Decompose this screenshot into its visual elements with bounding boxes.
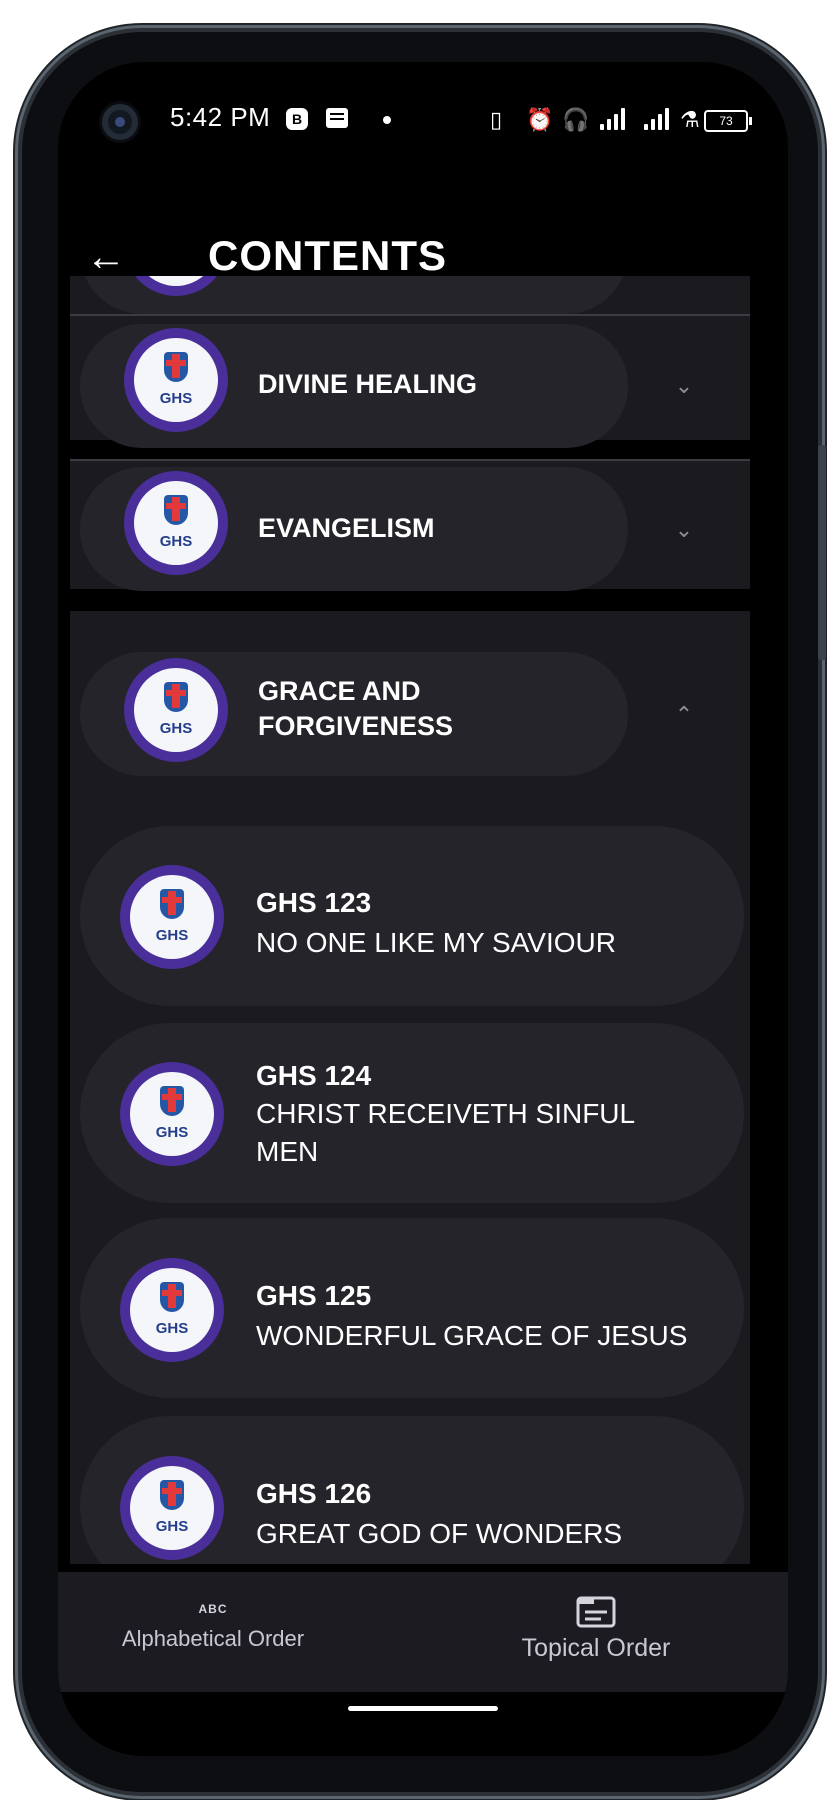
category-label-line1: GRACE AND	[258, 676, 421, 706]
category-logo: GHS	[124, 328, 228, 432]
signal-icon	[644, 108, 669, 130]
volume-button	[818, 445, 826, 660]
front-camera	[102, 104, 138, 140]
category-label-line2: FORGIVENESS	[258, 711, 454, 741]
category-section	[70, 276, 750, 314]
contents-list[interactable]: GHS DIVINE HEALING ⌄ GHS EVANGELISM ⌄ GH…	[70, 276, 750, 1564]
status-bar: 5:42 PM B ▯ ⏰ 🎧 ⚗ 73	[58, 62, 788, 182]
b-badge-icon: B	[286, 108, 308, 130]
song-title: GREAT GOD OF WONDERS	[256, 1518, 623, 1549]
status-time: 5:42 PM	[170, 102, 271, 132]
category-section: GHS DIVINE HEALING ⌄	[70, 316, 750, 448]
song-logo: GHS	[120, 1258, 224, 1362]
app-screen: 5:42 PM B ▯ ⏰ 🎧 ⚗ 73 ← CONTENTS GHS DIVI…	[58, 62, 788, 1756]
song-number: GHS 126	[256, 1478, 372, 1509]
signal-icon	[600, 108, 625, 130]
battery-indicator: 73	[704, 110, 752, 132]
vibrate-icon: ▯	[490, 107, 503, 132]
message-icon	[326, 108, 348, 128]
category-section-expanded: GHS GRACE AND FORGIVENESS ⌃ GHS GHS 123 …	[70, 611, 750, 1564]
chevron-down-icon[interactable]: ⌄	[670, 516, 698, 544]
bottom-navigation: ABC Alphabetical Order Topical Order	[58, 1572, 788, 1692]
headphones-icon: 🎧	[562, 107, 590, 132]
category-label: EVANGELISM	[258, 513, 435, 543]
song-logo: GHS	[120, 1456, 224, 1560]
category-logo: GHS	[124, 658, 228, 762]
category-logo: GHS	[124, 471, 228, 575]
song-title: NO ONE LIKE MY SAVIOUR	[256, 927, 616, 958]
dot-icon	[383, 116, 391, 124]
nav-label: Alphabetical Order	[121, 1626, 305, 1651]
category-section: GHS EVANGELISM ⌄	[70, 461, 750, 591]
document-icon	[576, 1596, 616, 1628]
song-logo: GHS	[120, 1062, 224, 1166]
song-title-line2: MEN	[256, 1136, 319, 1167]
chevron-down-icon[interactable]: ⌄	[670, 372, 698, 400]
chevron-up-icon[interactable]: ⌃	[670, 701, 698, 729]
song-logo: GHS	[120, 865, 224, 969]
song-number: GHS 123	[256, 887, 372, 918]
home-indicator[interactable]	[348, 1706, 498, 1711]
nav-label: Topical Order	[521, 1634, 671, 1662]
nav-alphabetical-order[interactable]: ABC Alphabetical Order	[118, 1572, 308, 1692]
song-title-line1: CHRIST RECEIVETH SINFUL	[256, 1098, 636, 1129]
page-title: CONTENTS	[208, 232, 447, 279]
abc-icon: ABC	[198, 1602, 228, 1616]
song-number: GHS 125	[256, 1280, 372, 1311]
song-number: GHS 124	[256, 1060, 372, 1091]
nav-topical-order[interactable]: Topical Order	[506, 1572, 686, 1692]
arrow-left-icon[interactable]: ←	[86, 234, 132, 280]
lab-icon: ⚗	[680, 107, 700, 132]
alarm-icon: ⏰	[526, 107, 554, 132]
category-label: DIVINE HEALING	[258, 369, 478, 399]
song-title: WONDERFUL GRACE OF JESUS	[256, 1320, 688, 1351]
